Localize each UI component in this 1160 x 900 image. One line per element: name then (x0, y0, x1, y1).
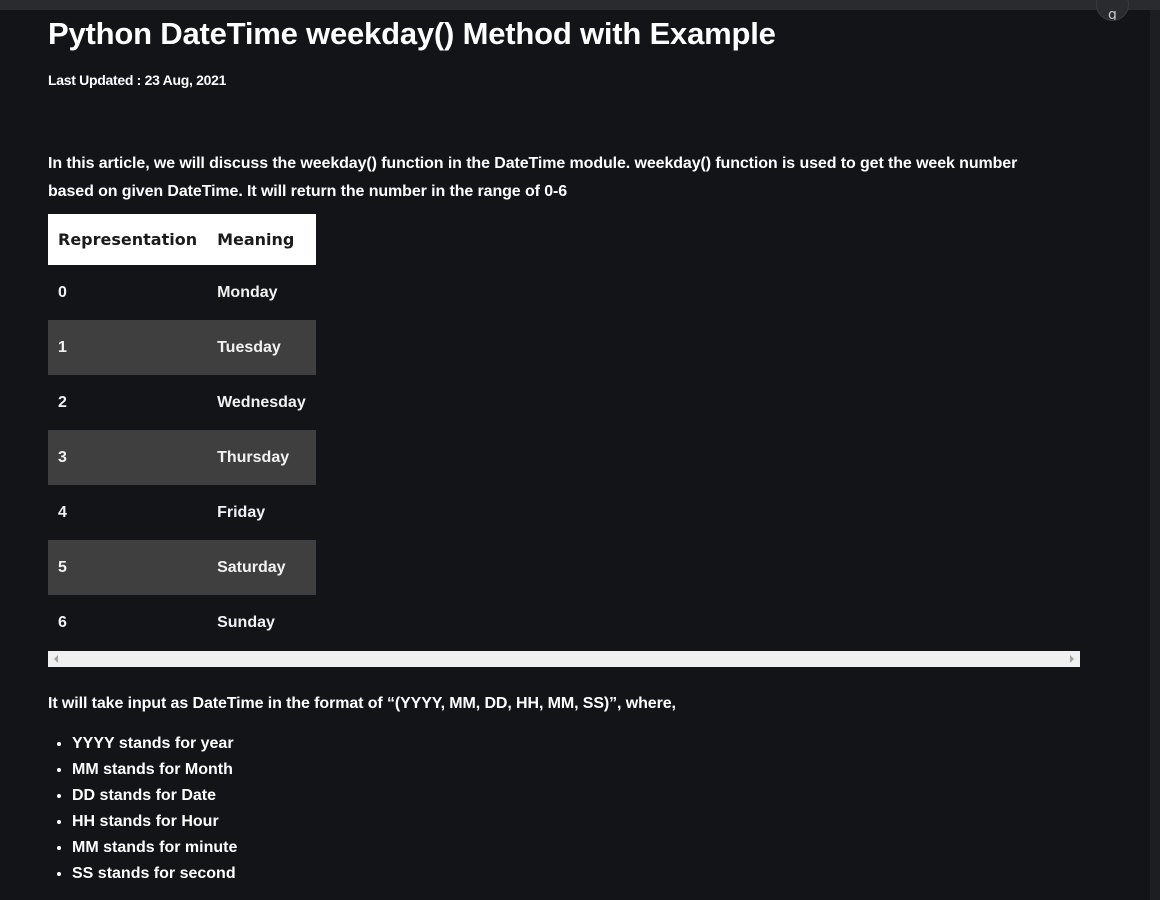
scroll-left-arrow-icon[interactable] (54, 655, 58, 663)
cell-representation: 3 (48, 430, 208, 485)
cell-representation: 2 (58, 393, 67, 411)
list-item: MM stands for minute (72, 835, 237, 861)
weekday-table-container: Representation Meaning 0 Monday 1 Tuesda… (48, 214, 1080, 667)
table-header-row: Representation Meaning (48, 214, 316, 265)
column-header-representation: Representation (48, 214, 208, 265)
cell-representation: 6 (58, 613, 67, 631)
table-row: 1 Tuesday (48, 320, 316, 375)
right-edge-panel (1150, 10, 1160, 900)
cell-representation: 5 (48, 540, 208, 595)
cell-meaning: Tuesday (207, 320, 316, 375)
table-row: 3 Thursday (48, 430, 316, 485)
top-bar (0, 0, 1160, 10)
cell-meaning: Saturday (207, 540, 316, 595)
list-item: SS stands for second (72, 861, 237, 887)
column-header-meaning: Meaning (207, 214, 316, 265)
last-updated: Last Updated : 23 Aug, 2021 (48, 72, 227, 88)
cell-representation: 4 (58, 503, 67, 521)
format-description: It will take input as DateTime in the fo… (48, 695, 676, 712)
table-row: 0 Monday (48, 265, 316, 320)
corner-button-label: g (1108, 7, 1117, 21)
cell-meaning: Sunday (217, 613, 275, 631)
cell-representation: 0 (58, 283, 67, 301)
format-list: YYYY stands for year MM stands for Month… (48, 731, 237, 887)
scroll-right-arrow-icon[interactable] (1070, 655, 1074, 663)
table-row: 2 Wednesday (48, 375, 316, 430)
table-row: 6 Sunday (48, 595, 316, 650)
table-row: 5 Saturday (48, 540, 316, 595)
cell-meaning: Wednesday (217, 393, 306, 411)
list-item: MM stands for Month (72, 757, 237, 783)
list-item: DD stands for Date (72, 783, 237, 809)
intro-paragraph: In this article, we will discuss the wee… (48, 155, 1018, 200)
article-title: Python DateTime weekday() Method with Ex… (48, 16, 776, 51)
cell-meaning: Monday (217, 283, 278, 301)
list-item: YYYY stands for year (72, 731, 237, 757)
cell-meaning: Thursday (207, 430, 316, 485)
table-horizontal-scrollbar[interactable] (48, 651, 1080, 667)
cell-representation: 1 (48, 320, 208, 375)
corner-round-button[interactable]: g (1096, 0, 1129, 21)
cell-meaning: Friday (217, 503, 266, 521)
weekday-table: Representation Meaning 0 Monday 1 Tuesda… (48, 214, 316, 650)
list-item: HH stands for Hour (72, 809, 237, 835)
table-row: 4 Friday (48, 485, 316, 540)
